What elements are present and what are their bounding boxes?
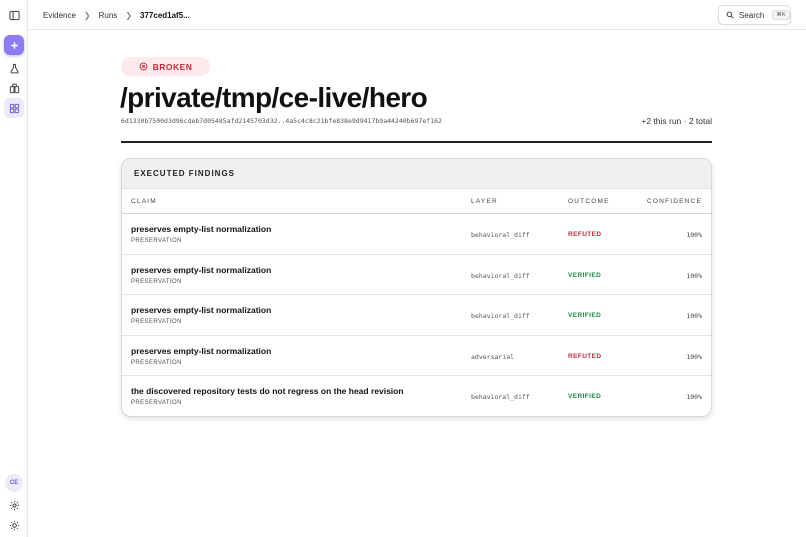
claim-category: PRESERVATION xyxy=(131,359,182,366)
page-title: /private/tmp/ce-live/hero xyxy=(120,82,428,113)
column-layer: LAYER xyxy=(471,198,498,205)
search-icon xyxy=(726,11,734,19)
confidence-value: 100% xyxy=(686,231,702,239)
settings-button[interactable] xyxy=(4,495,24,515)
column-claim: CLAIM xyxy=(131,198,157,205)
gear-icon xyxy=(9,500,19,510)
claim-text: preserves empty-list normalization xyxy=(131,305,272,316)
user-avatar[interactable]: CE xyxy=(5,474,23,492)
breadcrumb-runs[interactable]: Runs xyxy=(99,11,118,20)
table-row[interactable]: preserves empty-list normalization PRESE… xyxy=(122,255,711,296)
executed-findings-card: EXECUTED FINDINGS CLAIM LAYER OUTCOME CO… xyxy=(121,158,712,417)
column-confidence: CONFIDENCE xyxy=(647,198,702,205)
nav-experiments[interactable] xyxy=(4,58,24,78)
nav-evidence[interactable] xyxy=(4,98,24,118)
sun-icon xyxy=(9,520,19,530)
sidebar-icon xyxy=(8,10,20,20)
plus-icon xyxy=(10,41,18,49)
chevron-right-icon: ❯ xyxy=(83,10,91,20)
chevron-right-icon: ❯ xyxy=(125,10,133,20)
breadcrumb-evidence[interactable]: Evidence xyxy=(43,11,76,20)
outcome-value: REFUTED xyxy=(568,231,602,238)
beaker-icon xyxy=(9,63,19,73)
confidence-value: 100% xyxy=(686,312,702,321)
claim-text: preserves empty-list normalization xyxy=(131,264,272,275)
column-outcome: OUTCOME xyxy=(568,198,610,205)
outcome-value: REFUTED xyxy=(568,352,602,360)
breadcrumb-current-run: 377ced1af5... xyxy=(140,10,190,20)
status-badge: BROKEN xyxy=(121,57,210,76)
table-row[interactable]: the discovered repository tests do not r… xyxy=(122,376,711,416)
findings-summary: +2 this run · 2 total xyxy=(641,116,712,126)
table-row[interactable]: preserves empty-list normalization PRESE… xyxy=(122,295,711,336)
puzzle-icon xyxy=(9,83,19,93)
outcome-value: VERIFIED xyxy=(568,393,602,401)
search-shortcut: ⌘K xyxy=(772,10,790,20)
search-label: Search xyxy=(739,10,765,20)
status-label: BROKEN xyxy=(152,61,193,72)
confidence-value: 100% xyxy=(686,352,702,361)
table-row[interactable]: preserves empty-list normalization PRESE… xyxy=(122,336,711,377)
claim-category: PRESERVATION xyxy=(131,278,182,285)
search-button[interactable]: Search ⌘K xyxy=(718,5,791,25)
top-bar: Evidence ❯ Runs ❯ 377ced1af5... Search ⌘… xyxy=(28,0,806,30)
left-rail: CE xyxy=(0,0,28,537)
commit-range: 6d1330b7500d3d96cdeb7d05485afd2145703d32… xyxy=(121,117,442,125)
claim-text: the discovered repository tests do not r… xyxy=(131,386,404,397)
claim-category: PRESERVATION xyxy=(131,319,182,326)
table-header: CLAIM LAYER OUTCOME CONFIDENCE xyxy=(122,189,711,214)
confidence-value: 100% xyxy=(686,393,702,402)
divider xyxy=(121,141,712,143)
card-title: EXECUTED FINDINGS xyxy=(122,159,711,189)
x-circle-icon xyxy=(139,62,148,71)
layer-value: adversarial xyxy=(471,352,515,361)
table-row[interactable]: preserves empty-list normalization PRESE… xyxy=(122,214,711,255)
new-run-button[interactable] xyxy=(4,35,24,55)
layer-value: behavioral_diff xyxy=(471,393,530,402)
claim-text: preserves empty-list normalization xyxy=(131,345,272,356)
claim-category: PRESERVATION xyxy=(131,238,182,244)
confidence-value: 100% xyxy=(686,271,702,280)
layer-value: behavioral_diff xyxy=(471,271,530,280)
layer-value: behavioral_diff xyxy=(471,312,530,321)
outcome-value: VERIFIED xyxy=(568,312,602,320)
nav-integrations[interactable] xyxy=(4,78,24,98)
claim-text: preserves empty-list normalization xyxy=(131,224,272,234)
outcome-value: VERIFIED xyxy=(568,271,602,279)
grid-icon xyxy=(9,103,19,113)
claim-category: PRESERVATION xyxy=(131,400,182,407)
layer-value: behavioral_diff xyxy=(471,231,530,239)
toggle-sidebar-button[interactable] xyxy=(4,5,24,25)
theme-toggle-button[interactable] xyxy=(4,515,24,535)
breadcrumb: Evidence ❯ Runs ❯ 377ced1af5... xyxy=(43,0,190,30)
